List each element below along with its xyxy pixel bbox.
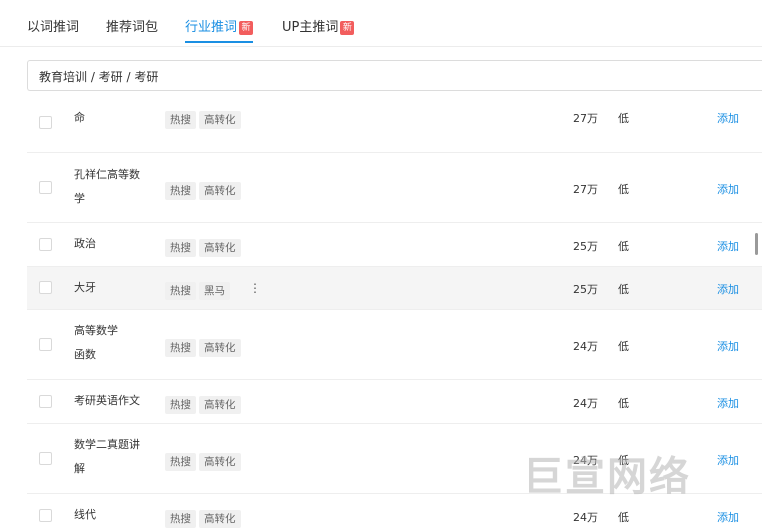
search-volume: 24万 (573, 340, 598, 353)
table-row: 高等数学 函数 热搜 高转化 24万 低 添加 (27, 309, 762, 379)
keyword-cell: 数学二真题讲 解 (74, 433, 158, 481)
tag-high-conversion: 高转化 (199, 111, 241, 129)
keyword-line: 线代 (74, 508, 96, 521)
tag-group: 热搜 高转化 (165, 236, 244, 257)
tab-up-words[interactable]: UP主推词新 (282, 16, 355, 35)
keyword-line: 孔祥仁高等数 (74, 168, 140, 181)
tag-hot: 热搜 (165, 396, 196, 414)
competition: 低 (618, 397, 629, 410)
tab-label: UP主推词 (282, 20, 339, 35)
tab-label: 行业推词 (185, 20, 238, 35)
table-row: 考研英语作文 热搜 高转化 24万 低 添加 (27, 379, 762, 423)
tag-group: 热搜 高转化 (165, 336, 244, 357)
tab-divider (0, 46, 762, 47)
row-checkbox[interactable] (39, 395, 52, 408)
table-row: 孔祥仁高等数 学 热搜 高转化 27万 低 添加 (27, 152, 762, 222)
tag-high-conversion: 高转化 (199, 396, 241, 414)
tag-hot: 热搜 (165, 339, 196, 357)
tag-group: 热搜 高转化 (165, 507, 244, 528)
search-volume: 25万 (573, 283, 598, 296)
keyword-line: 政治 (74, 237, 96, 250)
tag-group: 热搜 高转化 (165, 450, 244, 471)
row-checkbox[interactable] (39, 281, 52, 294)
competition: 低 (618, 283, 629, 296)
new-badge: 新 (340, 20, 355, 35)
category-path: 教育培训 / 考研 / 考研 (39, 70, 159, 84)
search-volume: 24万 (573, 397, 598, 410)
tag-group: 热搜 高转化 (165, 393, 244, 414)
table-row: 政治 热搜 高转化 25万 低 添加 (27, 222, 762, 266)
tag-high-conversion: 高转化 (199, 510, 241, 528)
new-badge: 新 (239, 20, 254, 35)
keyword-cell: 高等数学 函数 (74, 319, 158, 367)
tag-group: 热搜 黑马 (165, 279, 233, 300)
tag-high-conversion: 高转化 (199, 239, 241, 257)
scrollbar-thumb[interactable] (755, 233, 758, 255)
search-volume: 24万 (573, 511, 598, 524)
keyword-line: 解 (74, 462, 85, 475)
tab-bar: 以词推词 推荐词包 行业推词新 UP主推词新 (0, 0, 762, 46)
watermark-logo: 巨宣网络 (523, 454, 691, 500)
row-checkbox[interactable] (39, 238, 52, 251)
tab-label: 以词推词 (27, 20, 80, 35)
add-button[interactable]: 添加 (717, 452, 739, 468)
competition: 低 (618, 340, 629, 353)
tag-hot: 热搜 (165, 182, 196, 200)
competition: 低 (618, 511, 629, 524)
table-row: 大牙 热搜 黑马 ⋮ 25万 低 添加 (27, 266, 762, 309)
tab-word-to-word[interactable]: 以词推词 (27, 16, 79, 35)
add-button[interactable]: 添加 (717, 238, 739, 254)
add-button[interactable]: 添加 (717, 110, 739, 126)
keyword-cell: 大牙 (74, 276, 158, 300)
tag-high-conversion: 高转化 (199, 182, 241, 200)
tag-hot: 热搜 (165, 239, 196, 257)
keyword-cell: 考研英语作文 (74, 389, 158, 413)
add-button[interactable]: 添加 (717, 395, 739, 411)
row-checkbox[interactable] (39, 116, 52, 129)
active-tab-indicator (185, 41, 253, 43)
tab-label: 推荐词包 (106, 20, 159, 35)
tag-dark-horse: 黑马 (199, 282, 230, 300)
search-volume: 25万 (573, 240, 598, 253)
keyword-line: 高等数学 (74, 324, 118, 337)
search-volume: 27万 (573, 183, 598, 196)
row-checkbox[interactable] (39, 452, 52, 465)
tag-group: 热搜 高转化 (165, 108, 244, 129)
tag-hot: 热搜 (165, 510, 196, 528)
keyword-cell: 政治 (74, 232, 158, 256)
tag-high-conversion: 高转化 (199, 453, 241, 471)
add-button[interactable]: 添加 (717, 509, 739, 525)
competition: 低 (618, 240, 629, 253)
tag-hot: 热搜 (165, 111, 196, 129)
add-button[interactable]: 添加 (717, 338, 739, 354)
tab-industry-words[interactable]: 行业推词新 (185, 16, 254, 35)
keyword-line: 函数 (74, 348, 96, 361)
add-button[interactable]: 添加 (717, 181, 739, 197)
row-checkbox[interactable] (39, 509, 52, 522)
tag-hot: 热搜 (165, 453, 196, 471)
keyword-line: 数学二真题讲 (74, 438, 140, 451)
search-volume: 27万 (573, 112, 598, 125)
tab-recommended-packs[interactable]: 推荐词包 (106, 16, 158, 35)
keyword-line: 命 (74, 111, 85, 124)
row-checkbox[interactable] (39, 338, 52, 351)
competition: 低 (618, 183, 629, 196)
keyword-cell: 孔祥仁高等数 学 (74, 163, 158, 211)
keyword-line: 考研英语作文 (74, 394, 140, 407)
keyword-line: 学 (74, 192, 85, 205)
keyword-cell: 线代 (74, 503, 158, 527)
tag-high-conversion: 高转化 (199, 339, 241, 357)
row-checkbox[interactable] (39, 181, 52, 194)
keyword-cell: 命 (74, 106, 158, 130)
tag-group: 热搜 高转化 (165, 179, 244, 200)
tag-hot: 热搜 (165, 282, 196, 300)
category-selector[interactable]: 教育培训 / 考研 / 考研 (27, 60, 762, 91)
table-row: 命 热搜 高转化 27万 低 添加 (27, 106, 762, 152)
competition: 低 (618, 112, 629, 125)
keyword-line: 大牙 (74, 281, 96, 294)
more-options-icon[interactable]: ⋮ (249, 282, 261, 294)
add-button[interactable]: 添加 (717, 281, 739, 297)
